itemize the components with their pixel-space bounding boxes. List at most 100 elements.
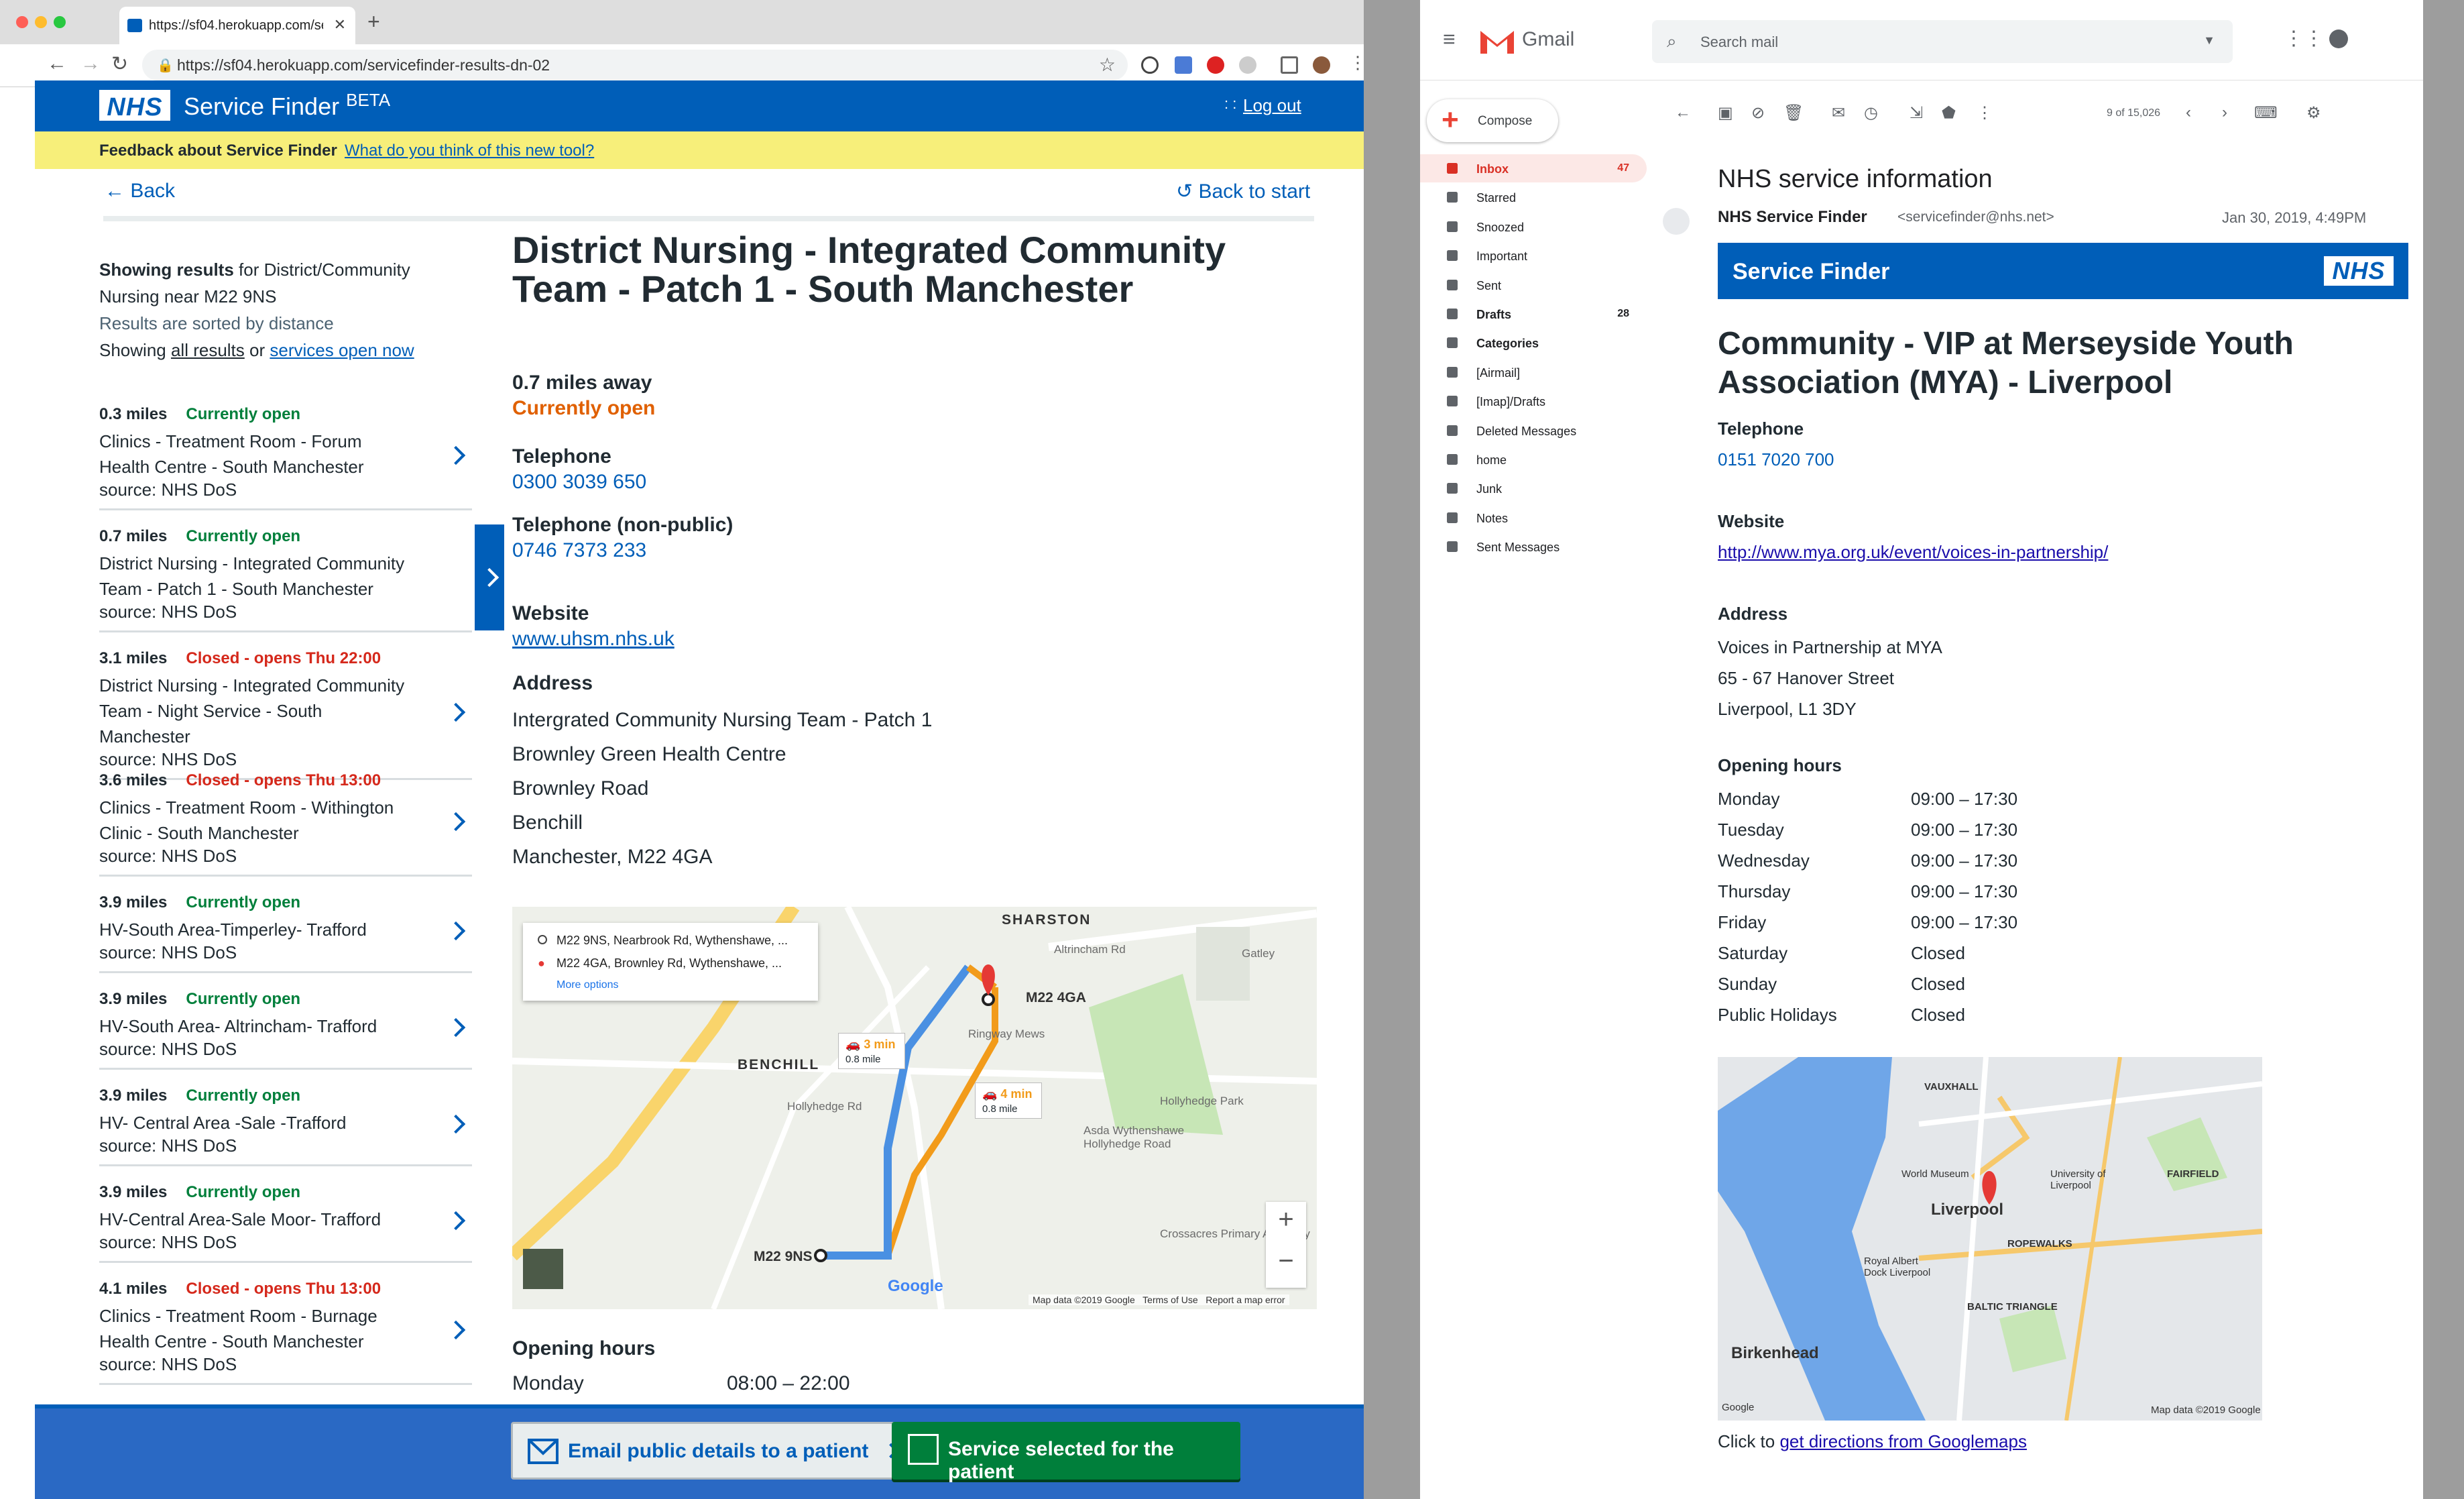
result-item[interactable]: 3.9 miles Currently open HV-South Area-Tim… <box>99 891 472 973</box>
feedback-link[interactable]: What do you think of this new tool? <box>345 142 594 160</box>
more-options-link[interactable]: More options <box>556 979 619 991</box>
map-credits[interactable]: Map data ©2019 Google Terms of Use Repor… <box>1029 1294 1289 1305</box>
hours-time: 09:00 – 17:30 <box>1911 850 2018 871</box>
adblock-icon[interactable] <box>1207 56 1224 74</box>
email-details-button[interactable]: Email public details to a patient <box>511 1422 912 1480</box>
zoom-in-button[interactable]: + <box>1266 1205 1306 1235</box>
maximize-window-icon[interactable] <box>54 16 66 28</box>
back-to-start-link[interactable]: ↺ Back to start <box>1176 180 1310 203</box>
result-item[interactable]: 3.9 miles Currently open HV- Central Area … <box>99 1084 472 1166</box>
telephone-nonpublic-value[interactable]: 0746 7373 233 <box>512 539 646 562</box>
compose-button[interactable]: + Compose <box>1427 99 1558 142</box>
label-icon[interactable]: ⬟ <box>1942 103 1958 122</box>
logout-link[interactable]: Log out <box>1243 95 1301 116</box>
search-mail-input[interactable]: ⌕ Search mail ▼ <box>1652 20 2233 63</box>
folder-sent-messages[interactable]: Sent Messages <box>1420 533 1647 561</box>
url-field[interactable]: 🔒 https://sf04.herokuapp.com/servicefind… <box>142 50 1128 80</box>
close-window-icon[interactable] <box>16 16 28 28</box>
hours-row: Tuesday 09:00 – 17:30 <box>1718 814 2120 845</box>
delete-icon[interactable]: 🗑 <box>1783 103 1804 122</box>
extension-icon[interactable] <box>1175 56 1192 74</box>
folder-icon <box>1447 366 1458 378</box>
archive-icon[interactable]: ▣ <box>1718 103 1734 122</box>
gmail-logo-icon[interactable] <box>1479 28 1515 55</box>
website-link[interactable]: www.uhsm.nhs.uk <box>512 628 674 651</box>
folder-starred[interactable]: Starred <box>1420 183 1647 211</box>
map-label: Liverpool <box>1931 1201 2004 1219</box>
directions-link[interactable]: get directions from Googlemaps <box>1779 1431 2027 1451</box>
move-to-icon[interactable]: ⇲ <box>1910 103 1926 122</box>
folder-drafts[interactable]: Drafts 28 <box>1420 300 1647 328</box>
hours-day: Friday <box>1718 912 1767 932</box>
minimize-window-icon[interactable] <box>35 16 47 28</box>
folder-categories[interactable]: Categories <box>1420 329 1647 357</box>
main-menu-icon[interactable]: ≡ <box>1443 27 1456 52</box>
settings-gear-icon[interactable]: ⚙ <box>2306 103 2323 122</box>
more-icon[interactable]: ⋮ <box>1977 103 1993 122</box>
account-icon[interactable] <box>2329 30 2348 48</box>
folder-sent[interactable]: Sent <box>1420 271 1647 299</box>
result-name: Clinics - Treatment Room - Withington Cl… <box>99 797 394 843</box>
result-item[interactable]: 3.1 miles Closed - opens Thu 22:00 Distric… <box>99 647 472 780</box>
back-link[interactable]: ← Back <box>105 180 175 203</box>
folder-deleted-messages[interactable]: Deleted Messages <box>1420 417 1647 445</box>
route-1-callout[interactable]: 🚗 3 min 0.8 mile <box>838 1033 905 1069</box>
extension-icon[interactable] <box>1239 56 1256 74</box>
folder-junk[interactable]: Junk <box>1420 474 1647 502</box>
extension-info-icon[interactable] <box>1141 56 1159 74</box>
new-tab-icon[interactable]: + <box>367 9 380 34</box>
gmail-brand[interactable]: Gmail <box>1522 28 1574 51</box>
input-tools-icon[interactable]: ⌨ <box>2254 103 2278 122</box>
result-item[interactable]: 3.9 miles Currently open HV-South Area- Al… <box>99 987 472 1070</box>
older-chevron-icon[interactable]: › <box>2222 103 2238 121</box>
folder-icon <box>1447 483 1458 494</box>
forward-arrow-icon[interactable]: → <box>80 52 101 75</box>
service-selected-button[interactable]: Service selected for the patient <box>892 1422 1240 1483</box>
open-now-link[interactable]: services open now <box>270 340 414 360</box>
directions-box[interactable]: M22 9NS, Nearbrook Rd, Wythenshawe, ... … <box>523 923 818 1001</box>
snooze-icon[interactable]: ◷ <box>1864 103 1880 122</box>
back-arrow-icon[interactable]: ← <box>47 52 67 75</box>
result-item[interactable]: 3.9 miles Currently open HV-Central Area-S… <box>99 1180 472 1263</box>
browser-tab[interactable]: https://sf04.herokuapp.com/se ✕ <box>119 7 355 44</box>
result-item[interactable]: 0.7 miles Currently open District Nursing … <box>99 524 504 632</box>
bookmark-star-icon[interactable]: ☆ <box>1099 54 1116 76</box>
email-website-link[interactable]: http://www.mya.org.uk/event/voices-in-pa… <box>1718 542 2108 563</box>
folder-home[interactable]: home <box>1420 445 1647 474</box>
compose-plus-icon: + <box>1442 103 1459 136</box>
zoom-out-button[interactable]: − <box>1266 1246 1306 1276</box>
folder-snoozed[interactable]: Snoozed <box>1420 213 1647 241</box>
search-icon[interactable]: ⌕ <box>1667 31 1677 52</box>
nhs-logo: NHS <box>2324 256 2394 286</box>
search-options-icon[interactable]: ▼ <box>2203 34 2215 48</box>
telephone-value[interactable]: 0300 3039 650 <box>512 471 646 494</box>
route-map[interactable]: M22 9NS, Nearbrook Rd, Wythenshawe, ... … <box>512 907 1317 1309</box>
report-spam-icon[interactable]: ⊘ <box>1751 103 1767 122</box>
newer-chevron-icon[interactable]: ‹ <box>2186 103 2202 121</box>
cast-icon[interactable] <box>1281 56 1298 74</box>
result-item[interactable]: 0.3 miles Currently open Clinics - Treatme… <box>99 402 472 510</box>
liverpool-map[interactable]: VAUXHALL FAIRFIELD World Museum University … <box>1718 1057 2262 1421</box>
result-item[interactable]: 4.1 miles Closed - opens Thu 13:00 Clinics… <box>99 1277 472 1385</box>
back-arrow-icon[interactable]: ← <box>1675 103 1691 121</box>
reload-icon[interactable]: ↻ <box>111 52 128 76</box>
folder-imap-drafts[interactable]: [Imap]/Drafts <box>1420 387 1647 415</box>
result-meta: 3.9 miles Currently open <box>99 1180 472 1207</box>
nhs-logo[interactable]: NHS <box>99 90 170 121</box>
apps-grid-icon[interactable]: ⋮⋮ <box>2284 27 2324 50</box>
all-results-link[interactable]: all results <box>171 340 245 360</box>
folder-inbox[interactable]: Inbox 47 <box>1420 154 1647 182</box>
menu-dots-icon[interactable]: ⋮ <box>1349 52 1364 73</box>
profile-avatar[interactable] <box>1313 56 1330 74</box>
folder-important[interactable]: Important <box>1420 241 1647 270</box>
folder-notes[interactable]: Notes <box>1420 504 1647 532</box>
summary-sort: Results are sorted by distance <box>99 313 334 333</box>
map-label: M22 4GA <box>1026 990 1086 1005</box>
sender-name[interactable]: NHS Service Finder <box>1718 208 1867 227</box>
result-item[interactable]: 3.6 miles Closed - opens Thu 13:00 Clinics… <box>99 769 472 877</box>
email-telephone-value[interactable]: 0151 7020 700 <box>1718 449 1834 470</box>
folder-airmail[interactable]: [Airmail] <box>1420 358 1647 386</box>
close-tab-icon[interactable]: ✕ <box>334 16 346 34</box>
route-2-callout[interactable]: 🚗 4 min 0.8 mile <box>975 1082 1042 1119</box>
mark-unread-icon[interactable]: ✉ <box>1832 103 1848 122</box>
